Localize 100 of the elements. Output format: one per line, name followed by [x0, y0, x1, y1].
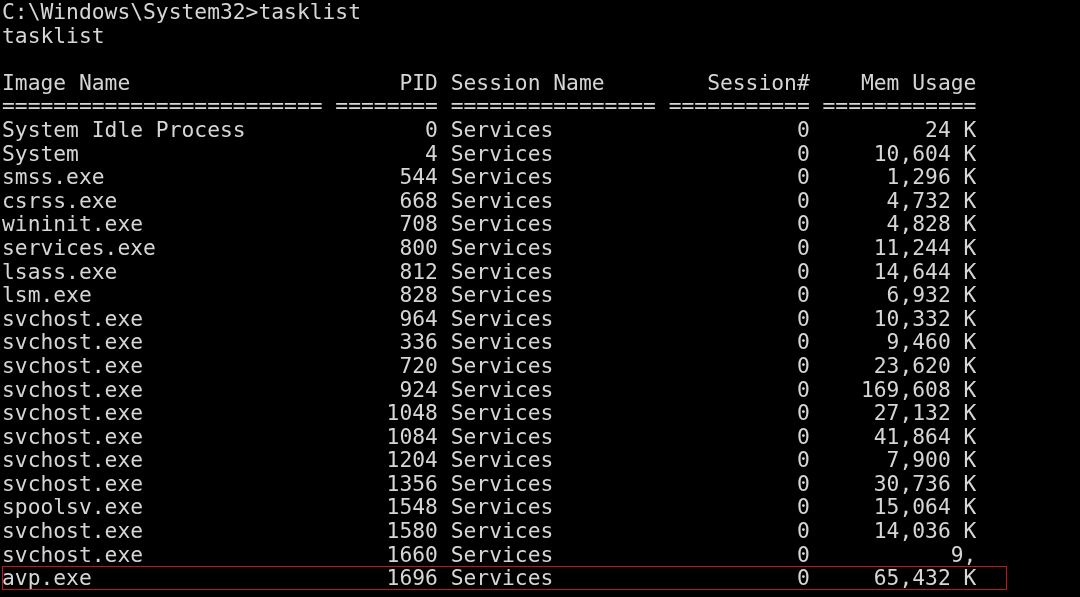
table-cell: 0	[796, 400, 810, 426]
table-cell: Services	[450, 376, 554, 402]
separator-text: ========	[335, 93, 438, 119]
table-cell: 9,460 K	[886, 329, 977, 355]
table-cell: Services	[450, 400, 554, 426]
column-header: Session Name	[450, 69, 605, 95]
table-cell: Services	[450, 116, 554, 142]
table-cell: System Idle Process	[2, 116, 246, 142]
table-cell: 1548	[386, 494, 438, 520]
table-cell: smss.exe	[2, 164, 105, 190]
table-cell: 924	[399, 376, 438, 402]
table-cell: 6,932 K	[886, 282, 977, 308]
table-cell: 9,	[950, 541, 977, 567]
table-cell: 544	[399, 164, 438, 190]
table-cell: 0	[796, 541, 810, 567]
table-cell: wininit.exe	[2, 211, 144, 237]
table-cell: 1580	[386, 518, 438, 544]
table-cell: 169,608 K	[860, 376, 977, 402]
table-cell: 0	[796, 140, 810, 166]
table-cell: svchost.exe	[2, 329, 144, 355]
table-cell: Services	[450, 329, 554, 355]
table-cell: svchost.exe	[2, 470, 144, 496]
table-cell: 0	[796, 329, 810, 355]
table-cell: svchost.exe	[2, 376, 144, 402]
table-cell: 0	[796, 164, 810, 190]
table-cell: 812	[399, 258, 438, 284]
table-cell: 800	[399, 234, 438, 260]
table-cell: 65,432 K	[873, 565, 977, 591]
table-cell: csrss.exe	[2, 187, 118, 213]
command-line: C:\Windows\System32>tasklist	[2, 0, 361, 24]
table-cell: Services	[450, 352, 554, 378]
table-cell: 336	[399, 329, 438, 355]
table-cell: 1660	[386, 541, 438, 567]
table-cell: 828	[399, 282, 438, 308]
table-cell: 14,644 K	[873, 258, 977, 284]
table-cell: svchost.exe	[2, 305, 144, 331]
table-cell: 24 K	[925, 116, 977, 142]
separator-text: ===========	[668, 93, 810, 119]
table-cell: Services	[450, 518, 554, 544]
table-cell: 7,900 K	[886, 447, 977, 473]
table-cell: Services	[450, 282, 554, 308]
table-cell: 4,828 K	[886, 211, 977, 237]
table-cell: 1084	[386, 423, 438, 449]
table-cell: 10,604 K	[873, 140, 977, 166]
table-cell: 668	[399, 187, 438, 213]
table-cell: Services	[450, 447, 554, 473]
table-cell: svchost.exe	[2, 400, 144, 426]
table-cell: avp.exe	[2, 565, 92, 591]
table-cell: Services	[450, 140, 554, 166]
table-cell: Services	[450, 187, 554, 213]
table-cell: 0	[796, 352, 810, 378]
column-header: PID	[399, 69, 438, 95]
table-cell: 1,296 K	[886, 164, 977, 190]
table-cell: lsass.exe	[2, 258, 118, 284]
table-cell: 0	[796, 305, 810, 331]
table-cell: Services	[450, 470, 554, 496]
table-cell: Services	[450, 258, 554, 284]
table-cell: 10,332 K	[873, 305, 977, 331]
table-cell: 1048	[386, 400, 438, 426]
table-cell: 0	[796, 423, 810, 449]
table-cell: Services	[450, 305, 554, 331]
table-cell: Services	[450, 164, 554, 190]
table-cell: 720	[399, 352, 438, 378]
column-header: Image Name	[2, 69, 131, 95]
table-cell: 4	[425, 140, 438, 166]
table-cell: Services	[450, 494, 554, 520]
table-cell: Services	[450, 211, 554, 237]
table-cell: 30,736 K	[873, 470, 977, 496]
table-cell: 0	[425, 116, 438, 142]
table-cell: Services	[450, 565, 554, 591]
separator-text: ============	[822, 93, 977, 119]
table-cell: 1356	[386, 470, 438, 496]
separator-text: =========================	[2, 93, 323, 119]
table-cell: spoolsv.exe	[2, 494, 144, 520]
table-cell: 0	[796, 494, 810, 520]
separator-text: ================	[450, 93, 656, 119]
table-cell: 1696	[386, 565, 438, 591]
table-cell: Services	[450, 423, 554, 449]
table-cell: 0	[796, 518, 810, 544]
table-cell: 14,036 K	[873, 518, 977, 544]
table-cell: services.exe	[2, 234, 156, 260]
table-cell: 27,132 K	[873, 400, 977, 426]
table-cell: svchost.exe	[2, 352, 144, 378]
table-cell: svchost.exe	[2, 541, 144, 567]
table-cell: svchost.exe	[2, 447, 144, 473]
table-cell: 0	[796, 470, 810, 496]
table-cell: 4,732 K	[886, 187, 977, 213]
table-cell: 0	[796, 258, 810, 284]
table-cell: 11,244 K	[873, 234, 977, 260]
table-cell: 0	[796, 376, 810, 402]
table-cell: 41,864 K	[873, 423, 977, 449]
table-cell: 0	[796, 211, 810, 237]
table-cell: 15,064 K	[873, 494, 977, 520]
table-cell: lsm.exe	[2, 282, 92, 308]
table-cell: Services	[450, 541, 554, 567]
table-cell: 0	[796, 116, 810, 142]
command-line: tasklist	[2, 23, 105, 48]
table-cell: svchost.exe	[2, 423, 144, 449]
table-cell: 0	[796, 187, 810, 213]
table-cell: 964	[399, 305, 438, 331]
